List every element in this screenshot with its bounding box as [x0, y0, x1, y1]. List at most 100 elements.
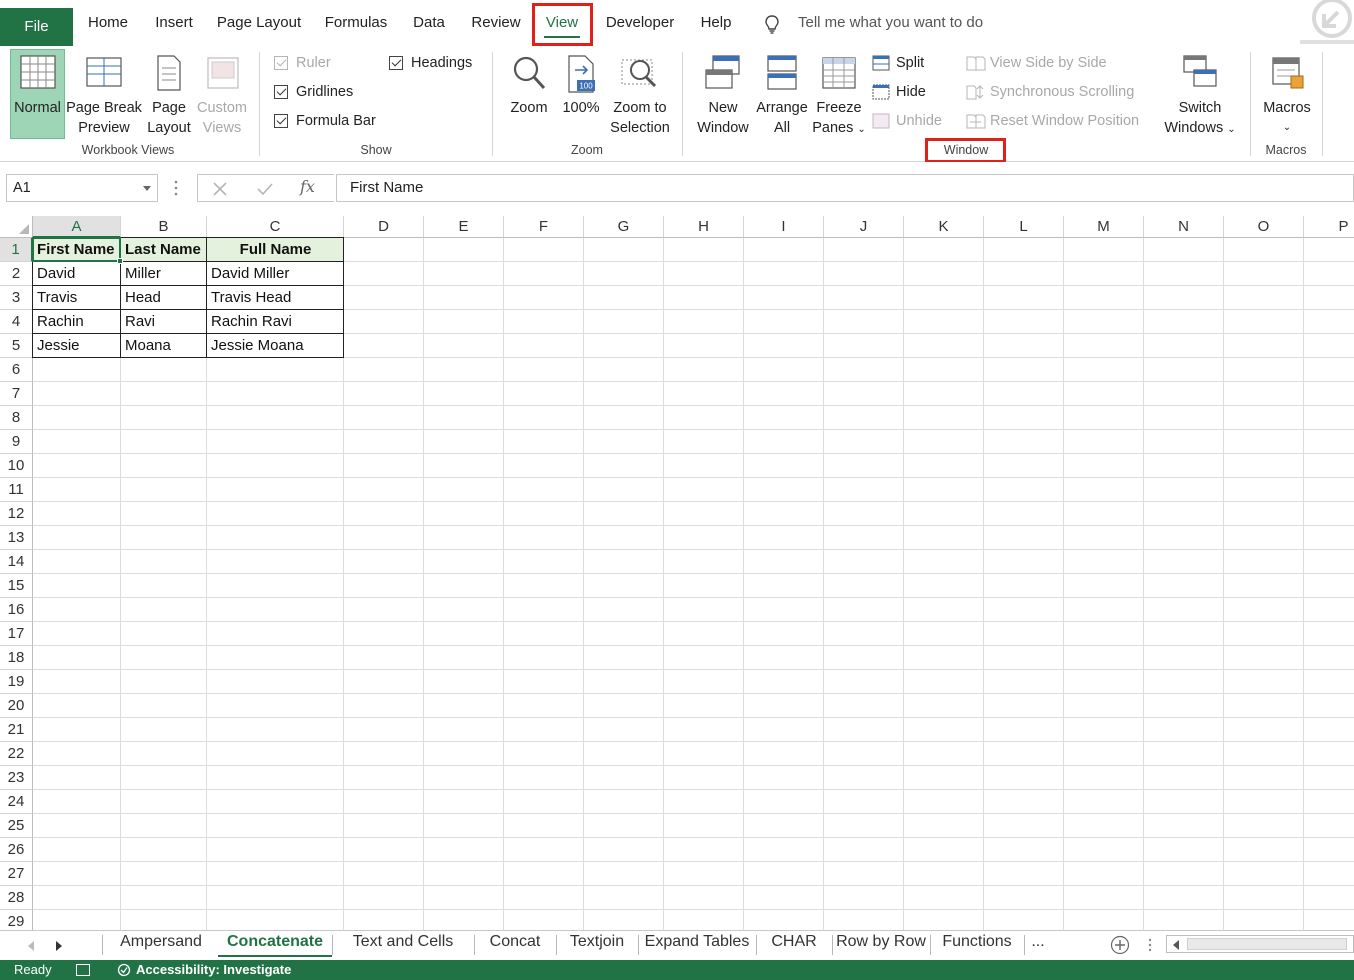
header-cell[interactable]: Full Name [207, 238, 344, 262]
data-cell[interactable]: Jessie [33, 334, 121, 358]
header-cell[interactable]: First Name [33, 238, 121, 262]
zoom-button[interactable]: Zoom [502, 50, 556, 138]
column-header-h[interactable]: H [664, 216, 744, 238]
data-cell[interactable]: Rachin Ravi [207, 310, 344, 334]
data-cell[interactable]: Jessie Moana [207, 334, 344, 358]
insert-function-icon[interactable]: fx [300, 177, 315, 196]
data-cell[interactable]: Travis [33, 286, 121, 310]
column-header-f[interactable]: F [504, 216, 584, 238]
sheet-tab-row-by-row[interactable]: Row by Row [832, 931, 930, 957]
sheet-tab-expand-tables[interactable]: Expand Tables [638, 931, 756, 957]
sheet-options-icon[interactable] [1148, 938, 1152, 952]
row-header-4[interactable]: 4 [0, 310, 33, 334]
tab-developer[interactable]: Developer [598, 8, 682, 38]
sheet-tab-text-and-cells[interactable]: Text and Cells [332, 931, 474, 957]
macros-button[interactable]: Macros ⌄ [1258, 50, 1316, 138]
row-header-20[interactable]: 20 [0, 694, 33, 718]
arrange-all-button[interactable]: Arrange All [754, 50, 810, 138]
column-header-g[interactable]: G [584, 216, 664, 238]
row-header-28[interactable]: 28 [0, 886, 33, 910]
tab-home[interactable]: Home [80, 8, 136, 38]
zoom-to-selection-button[interactable]: Zoom to Selection [606, 50, 674, 138]
row-header-15[interactable]: 15 [0, 574, 33, 598]
row-header-27[interactable]: 27 [0, 862, 33, 886]
column-header-b[interactable]: B [121, 216, 207, 238]
row-header-18[interactable]: 18 [0, 646, 33, 670]
sheet-stats-icon[interactable] [76, 964, 90, 976]
row-header-13[interactable]: 13 [0, 526, 33, 550]
row-header-8[interactable]: 8 [0, 406, 33, 430]
prev-sheet-arrow-icon[interactable] [28, 941, 34, 951]
row-header-21[interactable]: 21 [0, 718, 33, 742]
data-cell[interactable]: Rachin [33, 310, 121, 334]
page-layout-button[interactable]: Page Layout [144, 50, 194, 138]
row-header-25[interactable]: 25 [0, 814, 33, 838]
sheet-tab-functions[interactable]: Functions [930, 931, 1024, 957]
tab-review[interactable]: Review [464, 8, 528, 38]
data-cell[interactable]: Travis Head [207, 286, 344, 310]
data-cell[interactable]: Moana [121, 334, 207, 358]
row-header-2[interactable]: 2 [0, 262, 33, 286]
sheet-tab-concat[interactable]: Concat [474, 931, 556, 957]
sheet-tab-char[interactable]: CHAR [756, 931, 832, 957]
row-header-23[interactable]: 23 [0, 766, 33, 790]
tab-view[interactable]: View [536, 8, 588, 38]
tab-insert[interactable]: Insert [146, 8, 202, 38]
next-sheet-arrow-icon[interactable] [56, 941, 62, 951]
row-header-26[interactable]: 26 [0, 838, 33, 862]
cancel-icon[interactable] [212, 181, 228, 197]
column-header-m[interactable]: M [1064, 216, 1144, 238]
column-header-d[interactable]: D [344, 216, 424, 238]
page-break-preview-button[interactable]: Page Break Preview [66, 50, 142, 138]
normal-view-button[interactable]: Normal [10, 49, 65, 139]
row-header-19[interactable]: 19 [0, 670, 33, 694]
row-header-29[interactable]: 29 [0, 910, 33, 930]
column-header-j[interactable]: J [824, 216, 904, 238]
column-header-l[interactable]: L [984, 216, 1064, 238]
column-header-o[interactable]: O [1224, 216, 1304, 238]
row-header-1[interactable]: 1 [0, 238, 33, 262]
scroll-thumb[interactable] [1187, 938, 1347, 950]
sheet-tab-concatenate[interactable]: Concatenate [218, 931, 332, 957]
row-header-7[interactable]: 7 [0, 382, 33, 406]
row-header-22[interactable]: 22 [0, 742, 33, 766]
row-header-3[interactable]: 3 [0, 286, 33, 310]
column-header-c[interactable]: C [207, 216, 344, 238]
row-header-6[interactable]: 6 [0, 358, 33, 382]
horizontal-scrollbar[interactable] [1166, 935, 1354, 953]
select-all-button[interactable] [0, 216, 33, 238]
chevron-down-icon[interactable] [143, 186, 151, 191]
tab-data[interactable]: Data [404, 8, 454, 38]
more-options-icon[interactable] [174, 180, 178, 196]
switch-windows-button[interactable]: Switch Windows ⌄ [1158, 50, 1242, 138]
zoom-100-button[interactable]: 100 100% [558, 50, 604, 138]
tab-help[interactable]: Help [692, 8, 740, 38]
column-header-n[interactable]: N [1144, 216, 1224, 238]
column-header-k[interactable]: K [904, 216, 984, 238]
row-header-11[interactable]: 11 [0, 478, 33, 502]
row-header-16[interactable]: 16 [0, 598, 33, 622]
row-header-5[interactable]: 5 [0, 334, 33, 358]
add-sheet-icon[interactable] [1110, 935, 1130, 955]
data-cell[interactable]: Head [121, 286, 207, 310]
row-header-24[interactable]: 24 [0, 790, 33, 814]
row-header-10[interactable]: 10 [0, 454, 33, 478]
data-cell[interactable]: David Miller [207, 262, 344, 286]
sheet-tab-textjoin[interactable]: Textjoin [556, 931, 638, 957]
formula-input[interactable]: First Name [336, 174, 1354, 202]
fill-handle[interactable] [117, 258, 123, 264]
column-header-a[interactable]: A [33, 216, 121, 238]
worksheet-grid[interactable]: A B C D E F G H I J K L M N O P 1 2 3 4 5 6 7 8 9 10 11 12 13 14 15 16 1… [0, 216, 1354, 930]
data-cell[interactable]: David [33, 262, 121, 286]
new-window-button[interactable]: New Window [692, 50, 754, 138]
column-header-i[interactable]: I [744, 216, 824, 238]
row-header-12[interactable]: 12 [0, 502, 33, 526]
scroll-left-icon[interactable] [1173, 940, 1179, 950]
data-cell[interactable]: Miller [121, 262, 207, 286]
tab-page-layout[interactable]: Page Layout [212, 8, 306, 38]
data-cell[interactable]: Ravi [121, 310, 207, 334]
header-cell[interactable]: Last Name [121, 238, 207, 262]
freeze-panes-button[interactable]: Freeze Panes ⌄ [812, 50, 866, 138]
enter-check-icon[interactable] [256, 181, 274, 197]
row-header-9[interactable]: 9 [0, 430, 33, 454]
